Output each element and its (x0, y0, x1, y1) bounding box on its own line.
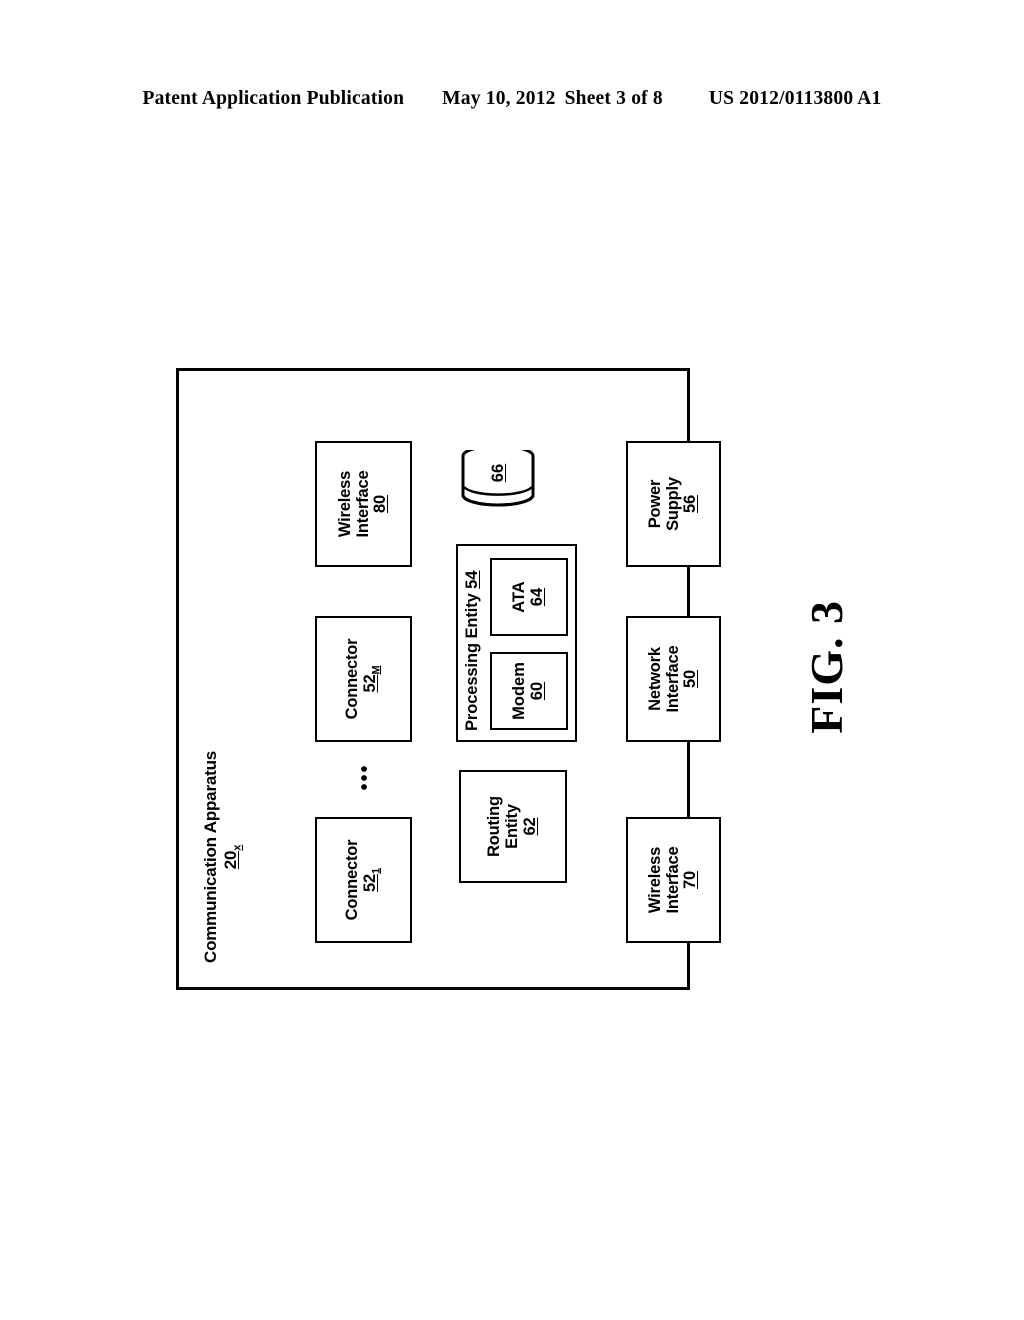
apparatus-ref-number: 20 (221, 850, 241, 870)
block-ata-64[interactable]: ATA 64 (490, 558, 568, 636)
communication-apparatus-frame: Communication Apparatus 20x Connector 52… (176, 368, 721, 990)
block-wireless-70-ref: 70 (681, 871, 700, 889)
processing-entity-ref: 54 (463, 570, 481, 589)
block-connector-m-ref: 52M (360, 665, 383, 693)
block-network-50-ref: 50 (681, 670, 700, 688)
block-power-56-line2: Supply (663, 477, 682, 531)
block-connector-m-line1: Connector (343, 638, 361, 720)
figure-caption: FIG. 3 (801, 600, 852, 734)
block-routing-62-line1: Routing (485, 796, 504, 857)
block-wireless-interface-80[interactable]: Wireless Interface 80 (315, 441, 412, 567)
header-doc-number: US 2012/0113800 A1 (708, 88, 882, 109)
header-publication: Patent Application Publication (142, 88, 405, 109)
block-routing-62-ref: 62 (520, 817, 539, 836)
apparatus-ref-line: 20x (221, 751, 244, 963)
block-power-supply-56[interactable]: Power Supply 56 (626, 441, 721, 567)
block-modem-60[interactable]: Modem 60 (490, 652, 568, 730)
block-connector-1-ref: 521 (360, 868, 383, 892)
block-routing-entity-62[interactable]: Routing Entity 62 (459, 770, 567, 883)
block-network-50-line2: Interface (663, 645, 682, 713)
block-connector-1[interactable]: Connector 521 (315, 817, 412, 943)
communication-apparatus-title: Communication Apparatus 20x (201, 751, 244, 963)
block-wireless-70-line1: Wireless (645, 846, 664, 914)
page-header: Patent Application Publication May 10, 2… (0, 88, 1024, 118)
block-modem-60-line1: Modem (510, 662, 529, 720)
block-power-56-ref: 56 (681, 495, 700, 513)
block-wireless-80-line1: Wireless (335, 470, 354, 538)
block-wireless-80-ref: 80 (371, 495, 390, 513)
database-cylinder-66[interactable]: 66 (461, 450, 535, 507)
header-date: May 10, 2012 (442, 88, 556, 109)
connector-ellipsis: ••• (354, 763, 376, 791)
apparatus-title-text: Communication Apparatus (201, 750, 220, 963)
block-wireless-interface-70[interactable]: Wireless Interface 70 (626, 817, 721, 943)
block-connector-m[interactable]: Connector 52M (315, 616, 412, 742)
block-routing-62-line2: Entity (503, 804, 522, 849)
group-processing-entity-54[interactable]: Processing Entity 54 Modem 60 ATA 64 (456, 544, 577, 742)
figure-3-stage: Communication Apparatus 20x Connector 52… (176, 368, 721, 990)
block-wireless-80-line2: Interface (353, 470, 372, 538)
database-cylinder-66-label: 66 (488, 463, 507, 483)
block-power-56-line1: Power (645, 479, 664, 529)
block-modem-60-ref: 60 (528, 681, 546, 701)
header-sheet: Sheet 3 of 8 (564, 88, 663, 109)
block-network-50-line1: Network (645, 647, 664, 711)
block-connector-1-line1: Connector (343, 839, 361, 921)
block-ata-64-line1: ATA (510, 581, 529, 613)
processing-entity-label: Processing Entity 54 (463, 570, 481, 731)
apparatus-ref-subscript: x (231, 844, 244, 851)
block-network-interface-50[interactable]: Network Interface 50 (626, 616, 721, 742)
block-wireless-70-line2: Interface (663, 846, 682, 914)
block-ata-64-ref: 64 (528, 587, 546, 607)
